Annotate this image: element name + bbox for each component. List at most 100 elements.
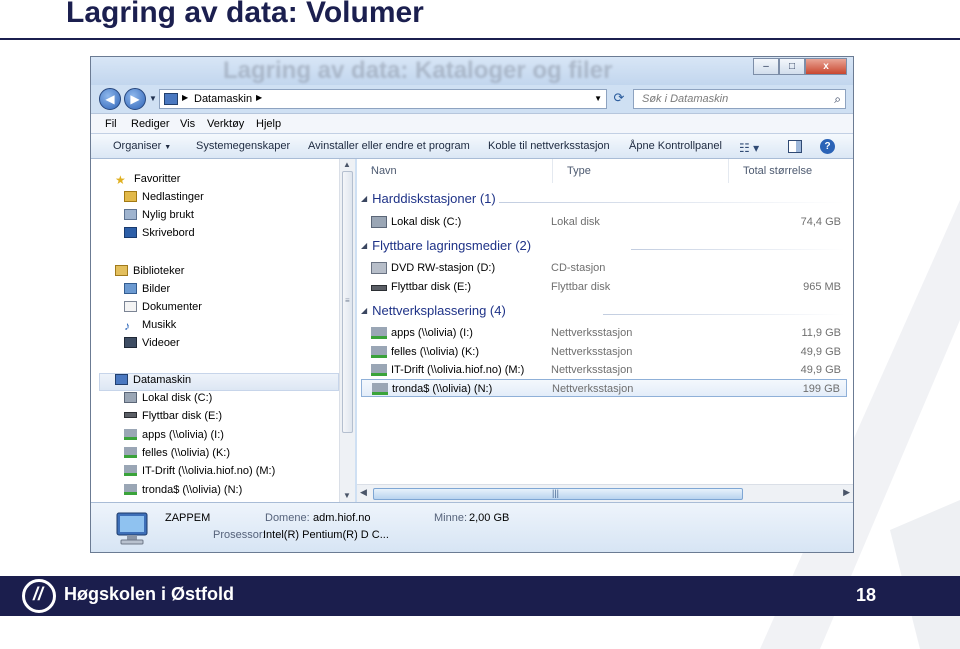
item-name: Flyttbar disk (E:) xyxy=(391,281,472,293)
star-icon: ★ xyxy=(115,173,126,187)
menu-file[interactable]: Fil xyxy=(105,118,117,130)
nav-libraries[interactable]: Biblioteker xyxy=(115,265,184,283)
nav-music[interactable]: ♪ Musikk xyxy=(124,319,176,337)
menu-edit[interactable]: Rediger xyxy=(131,118,170,130)
menu-help[interactable]: Hjelp xyxy=(256,118,281,130)
school-name: Høgskolen i Østfold xyxy=(64,584,235,604)
nav-pictures[interactable]: Bilder xyxy=(124,283,170,301)
nav-drive-e[interactable]: Flyttbar disk (E:) xyxy=(124,410,222,428)
map-network-drive-button[interactable]: Koble til nettverksstasjon xyxy=(488,140,610,152)
list-item[interactable]: felles (\\olivia) (K:) Nettverksstasjon … xyxy=(361,343,847,361)
search-icon[interactable]: ⌕ xyxy=(834,92,841,107)
help-icon[interactable]: ? xyxy=(820,139,835,154)
address-dropdown-icon[interactable]: ▼ xyxy=(594,94,602,103)
nav-drive-n[interactable]: tronda$ (\\olivia) (N:) xyxy=(124,484,242,502)
column-label: Type xyxy=(567,165,591,177)
window-titlebar[interactable]: Lagring av data: Kataloger og filer – □ … xyxy=(91,57,853,85)
address-path[interactable]: Datamaskin xyxy=(194,93,252,105)
computer-icon xyxy=(164,93,178,105)
list-item[interactable]: Flyttbar disk (E:) Flyttbar disk 965 MB xyxy=(361,278,847,296)
network-drive-icon xyxy=(372,383,388,395)
processor-value: Intel(R) Pentium(R) D C... xyxy=(263,529,389,541)
item-size: 49,9 GB xyxy=(800,346,841,358)
close-button[interactable]: x xyxy=(805,58,847,75)
chevron-right-icon[interactable]: ▶ xyxy=(182,93,188,102)
organize-button[interactable]: Organiser ▼ xyxy=(113,140,171,152)
list-item[interactable]: DVD RW-stasjon (D:) CD-stasjon xyxy=(361,259,847,277)
horizontal-scroll-thumb[interactable]: ||| xyxy=(373,488,743,500)
view-options-icon[interactable]: ☷ ▾ xyxy=(739,141,759,155)
nav-downloads[interactable]: Nedlastinger xyxy=(124,191,204,209)
item-type: CD-stasjon xyxy=(551,262,606,274)
nav-drive-m[interactable]: IT-Drift (\\olivia.hiof.no) (M:) xyxy=(124,465,275,483)
history-dropdown-icon[interactable]: ▼ xyxy=(149,94,157,103)
maximize-button[interactable]: □ xyxy=(779,58,805,75)
collapse-triangle-icon: ◢ xyxy=(361,194,368,203)
item-type: Nettverksstasjon xyxy=(552,383,634,395)
nav-label: Nylig brukt xyxy=(142,209,194,221)
nav-scrollbar[interactable]: ▲ ≡ ▼ xyxy=(339,159,355,502)
organize-label: Organiser xyxy=(113,140,162,152)
group-header-hdd[interactable]: ◢ Harddiskstasjoner (1) xyxy=(361,191,496,211)
nav-label: Dokumenter xyxy=(142,301,202,313)
uninstall-program-button[interactable]: Avinstaller eller endre et program xyxy=(308,140,470,152)
address-bar[interactable]: ▶ Datamaskin ▶ ▼ xyxy=(159,89,607,109)
scroll-right-icon[interactable]: ▶ xyxy=(843,487,850,498)
scroll-up-icon[interactable]: ▲ xyxy=(343,160,351,169)
nav-label: Videoer xyxy=(142,337,180,349)
minimize-button[interactable]: – xyxy=(753,58,779,75)
nav-label: Biblioteker xyxy=(133,265,185,277)
library-icon xyxy=(115,265,128,276)
nav-favorites[interactable]: ★ Favoritter xyxy=(115,173,180,191)
network-drive-icon xyxy=(371,346,387,358)
list-item-selected[interactable]: tronda$ (\\olivia) (N:) Nettverksstasjon… xyxy=(361,379,847,397)
nav-recent[interactable]: Nylig brukt xyxy=(124,209,194,227)
list-item[interactable]: apps (\\olivia) (I:) Nettverksstasjon 11… xyxy=(361,324,847,342)
nav-scroll-thumb[interactable]: ≡ xyxy=(342,171,353,433)
list-item[interactable]: Lokal disk (C:) Lokal disk 74,4 GB xyxy=(361,213,847,231)
column-label: Total størrelse xyxy=(743,165,813,177)
computer-icon xyxy=(115,374,128,385)
scroll-down-icon[interactable]: ▼ xyxy=(343,491,351,500)
column-type[interactable]: Type xyxy=(553,159,729,183)
nav-desktop[interactable]: Skrivebord xyxy=(124,227,195,245)
column-name[interactable]: Navn ^ xyxy=(357,159,553,183)
nav-label: Lokal disk (C:) xyxy=(142,392,213,404)
column-size[interactable]: Total størrelse xyxy=(729,159,853,183)
nav-drive-i[interactable]: apps (\\olivia) (I:) xyxy=(124,429,224,447)
search-input[interactable]: Søk i Datamaskin ⌕ xyxy=(633,89,846,109)
page-number: 18 xyxy=(856,585,877,605)
refresh-icon[interactable]: ⟳ xyxy=(609,89,629,109)
group-title: Nettverksplassering (4) xyxy=(372,303,506,318)
nav-documents[interactable]: Dokumenter xyxy=(124,301,202,319)
preview-pane-icon[interactable] xyxy=(788,140,802,153)
scroll-left-icon[interactable]: ◀ xyxy=(360,487,367,498)
item-name: felles (\\olivia) (K:) xyxy=(391,346,480,358)
nav-label: Skrivebord xyxy=(142,227,195,239)
removable-disk-icon xyxy=(124,412,137,418)
search-placeholder: Søk i Datamaskin xyxy=(642,93,729,105)
forward-button[interactable]: ▶ xyxy=(124,88,146,110)
open-control-panel-button[interactable]: Åpne Kontrollpanel xyxy=(629,140,722,152)
nav-drive-k[interactable]: felles (\\olivia) (K:) xyxy=(124,447,230,465)
group-header-network[interactable]: ◢ Nettverksplassering (4) xyxy=(361,303,506,323)
system-properties-button[interactable]: Systemegenskaper xyxy=(196,140,290,152)
nav-label: Nedlastinger xyxy=(142,191,204,203)
horizontal-scrollbar[interactable]: ◀ ||| ▶ xyxy=(357,484,853,502)
menu-view[interactable]: Vis xyxy=(180,118,195,130)
chevron-right-icon[interactable]: ▶ xyxy=(256,93,262,102)
nav-videos[interactable]: Videoer xyxy=(124,337,180,355)
group-divider xyxy=(631,249,845,250)
processor-label: Prosessor: xyxy=(213,529,266,541)
menu-tools[interactable]: Verktøy xyxy=(207,118,244,130)
group-header-removable[interactable]: ◢ Flyttbare lagringsmedier (2) xyxy=(361,238,531,258)
nav-drive-c[interactable]: Lokal disk (C:) xyxy=(124,392,212,410)
back-button[interactable]: ◀ xyxy=(99,88,121,110)
nav-computer[interactable]: Datamaskin xyxy=(99,373,339,391)
list-item[interactable]: IT-Drift (\\olivia.hiof.no) (M:) Nettver… xyxy=(361,361,847,379)
music-note-icon: ♪ xyxy=(124,319,130,333)
menu-bar: Fil Rediger Vis Verktøy Hjelp xyxy=(91,113,853,133)
videos-icon xyxy=(124,337,137,348)
ghost-slide-title: Lagring av data: Kataloger og filer xyxy=(223,57,613,84)
domain-label: Domene: xyxy=(265,512,310,524)
